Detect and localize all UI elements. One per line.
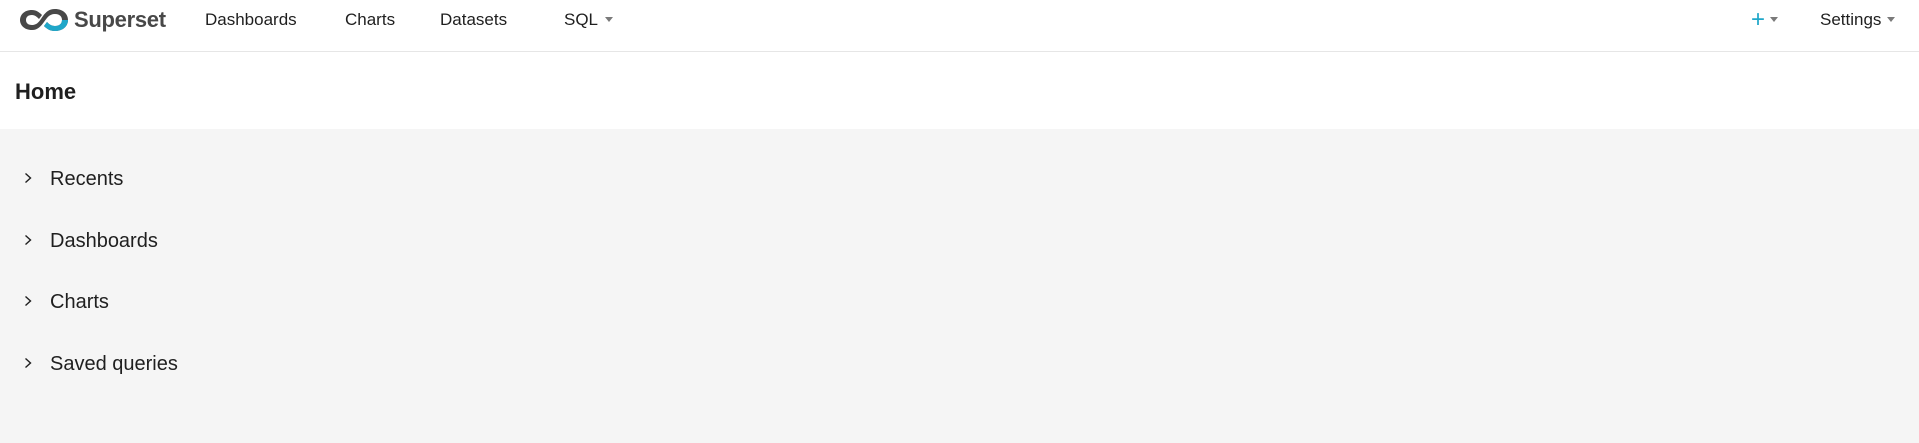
section-label: Saved queries (50, 353, 178, 375)
nav-sql-menu[interactable]: SQL (564, 8, 614, 32)
top-navbar: Superset Dashboards Charts Datasets SQL … (0, 0, 1919, 52)
section-label: Dashboards (50, 230, 158, 252)
caret-down-icon (1770, 16, 1779, 22)
new-item-button[interactable]: + (1751, 6, 1779, 34)
section-label: Recents (50, 168, 124, 190)
nav-dashboards[interactable]: Dashboards (205, 8, 297, 32)
section-dashboards[interactable]: Dashboards (0, 221, 600, 261)
nav-charts[interactable]: Charts (345, 8, 395, 32)
page-header: Home (0, 52, 1919, 129)
settings-menu[interactable]: Settings (1820, 8, 1896, 32)
home-content: Recents Dashboards Charts Saved queries (0, 129, 1919, 443)
settings-label: Settings (1820, 10, 1882, 29)
nav-datasets[interactable]: Datasets (440, 8, 507, 32)
plus-icon: + (1751, 6, 1766, 33)
section-recents[interactable]: Recents (0, 159, 600, 199)
section-label: Charts (50, 291, 109, 313)
chevron-right-icon (25, 172, 32, 184)
chevron-right-icon (25, 295, 32, 307)
page-title: Home (15, 79, 77, 104)
chevron-right-icon (25, 234, 32, 246)
brand-name: Superset (74, 7, 166, 32)
superset-logo-icon (20, 9, 68, 31)
caret-down-icon (605, 17, 614, 23)
caret-down-icon (1887, 17, 1896, 23)
section-charts[interactable]: Charts (0, 282, 600, 322)
brand-logo[interactable]: Superset (18, 4, 166, 36)
nav-sql-label: SQL (564, 10, 599, 29)
chevron-right-icon (25, 357, 32, 369)
section-saved-queries[interactable]: Saved queries (0, 344, 600, 384)
